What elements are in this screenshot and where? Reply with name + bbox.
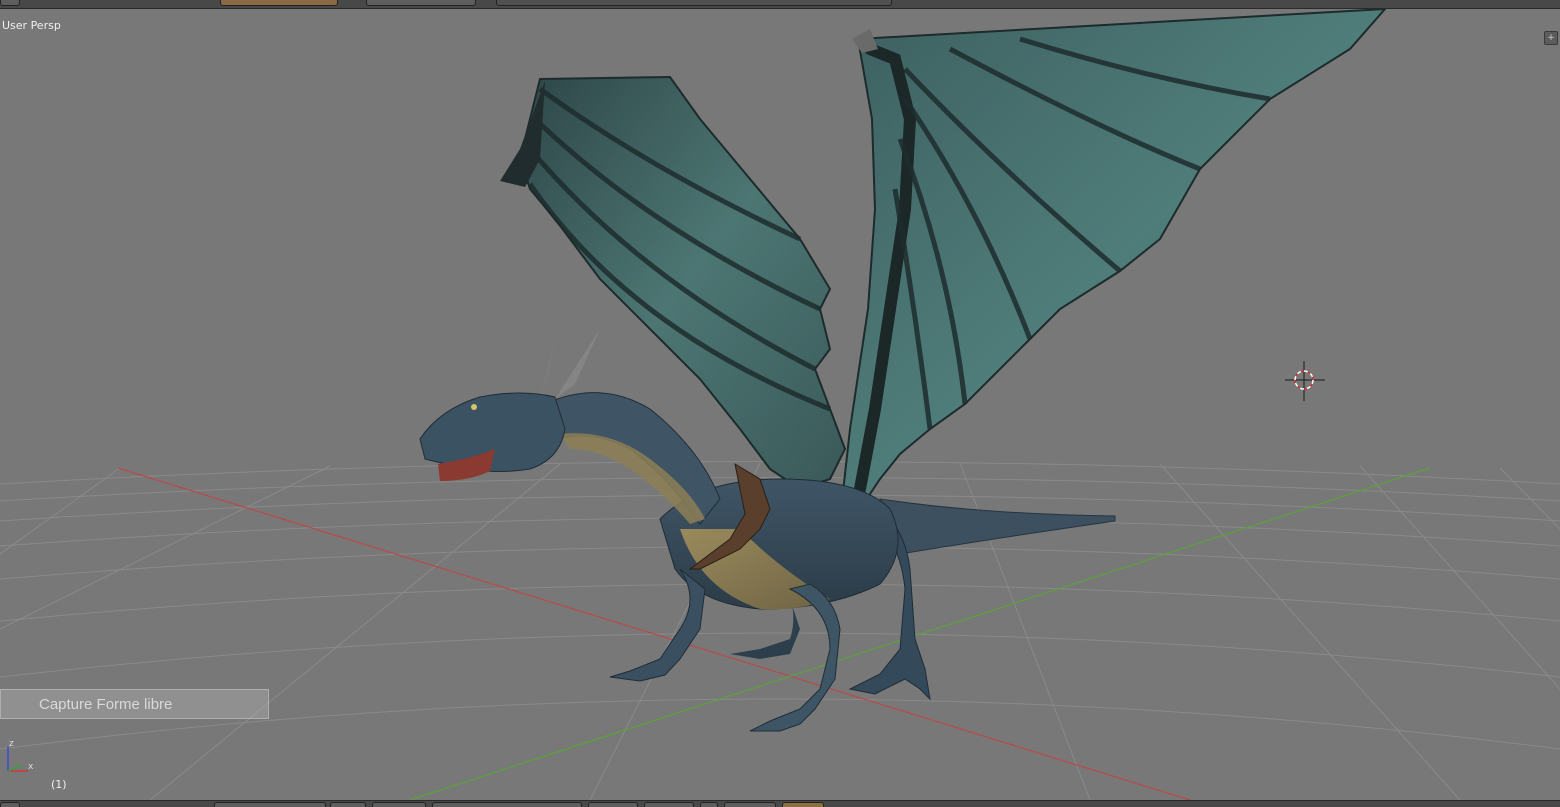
manipulator-buttons[interactable] [432, 802, 582, 807]
snap-target-selector[interactable] [724, 802, 776, 807]
capture-overlay-text: Capture Forme libre [39, 696, 173, 713]
axis-z-label: z [9, 739, 14, 749]
frame-number-label: (1) [51, 778, 67, 791]
dragon-model[interactable] [419, 9, 1387, 732]
top-header-bar [0, 0, 1560, 9]
shading-selector[interactable] [330, 802, 366, 807]
layer-buttons-2[interactable] [644, 802, 694, 807]
3d-viewport[interactable]: User Persp + Capture Forme libre z x (1) [0, 9, 1560, 800]
scene-selector[interactable] [220, 0, 338, 6]
render-engine-selector[interactable] [366, 0, 476, 6]
info-stats-bar [496, 0, 892, 6]
render-buttons[interactable] [782, 802, 824, 807]
capture-overlay: Capture Forme libre [0, 689, 269, 719]
footer-editor-type-button[interactable] [0, 802, 20, 807]
dragon-tail [879, 498, 1116, 555]
layer-buttons[interactable] [588, 802, 638, 807]
axis-x-label: x [28, 762, 34, 772]
pivot-selector[interactable] [372, 802, 426, 807]
scene-canvas [0, 9, 1560, 800]
editor-type-button[interactable] [0, 0, 20, 6]
3d-cursor-icon[interactable] [1285, 361, 1325, 401]
axis-gizmo-icon: z x [7, 739, 34, 772]
dragon-right-wing [838, 9, 1387, 521]
plus-icon[interactable]: + [1544, 31, 1558, 45]
view-mode-label: User Persp [2, 19, 61, 32]
snap-toggle[interactable] [700, 802, 718, 807]
mode-selector[interactable] [214, 802, 326, 807]
